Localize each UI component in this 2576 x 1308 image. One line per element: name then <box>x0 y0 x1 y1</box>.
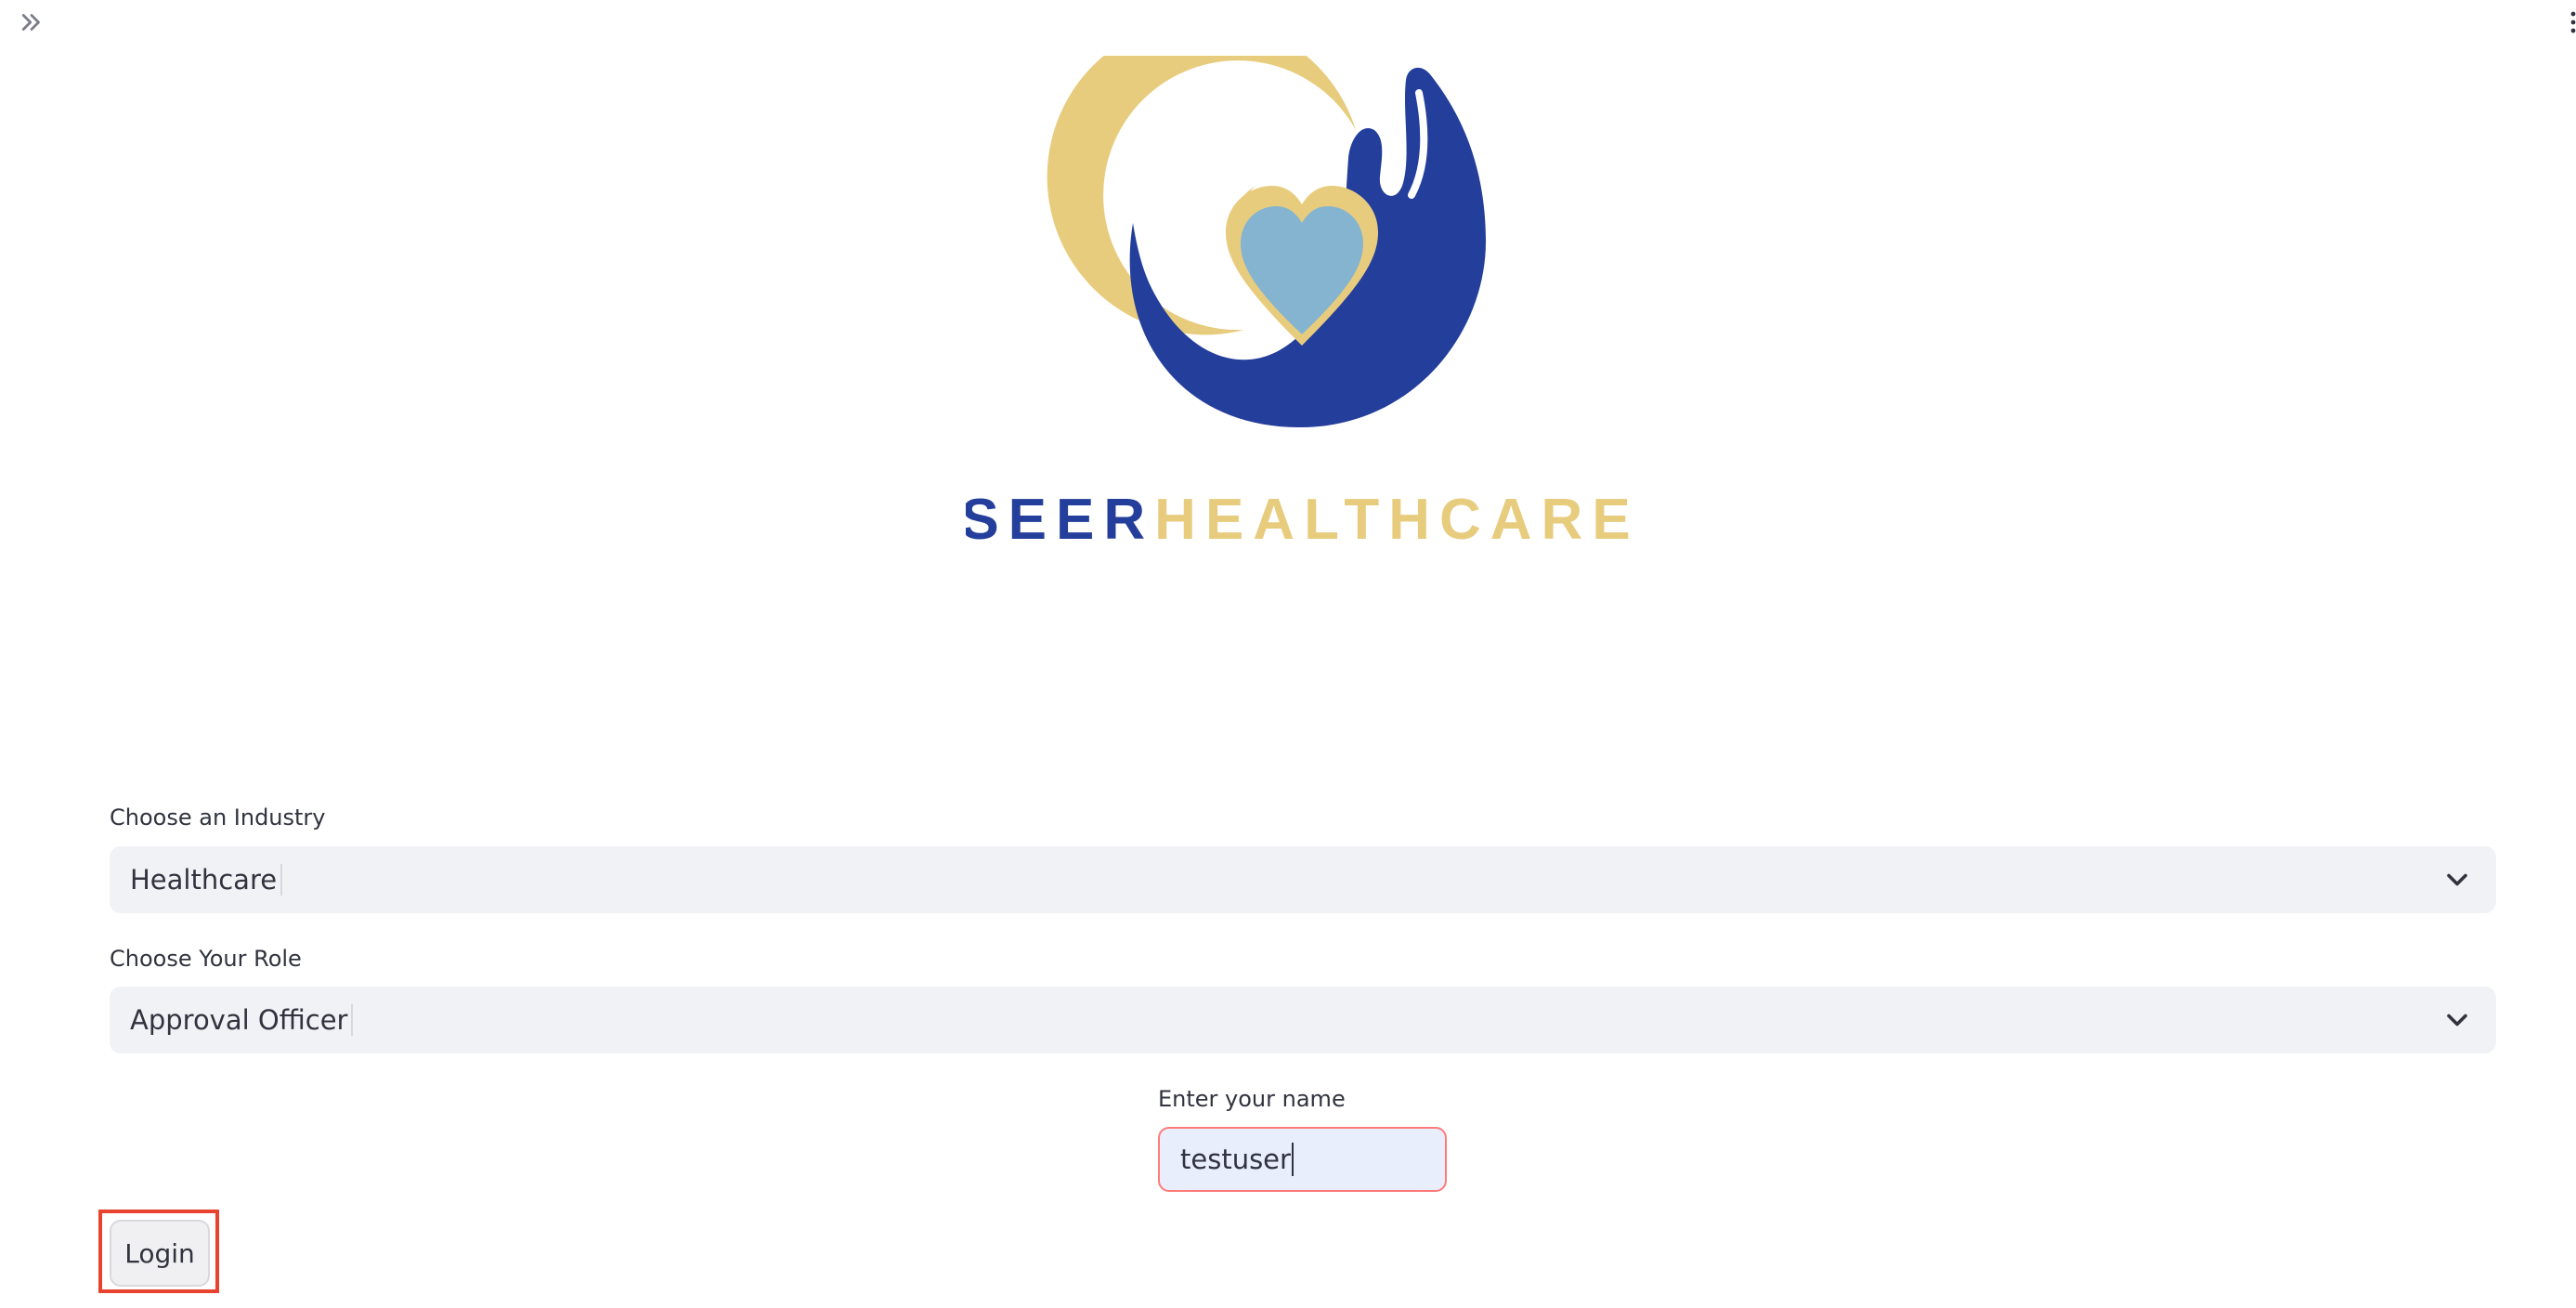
role-select-value: Approval Officer <box>130 1004 354 1036</box>
name-input[interactable]: testuser <box>1158 1127 1447 1192</box>
name-input-value: testuser <box>1180 1144 1291 1175</box>
brand-name-part2: HEALTHCARE <box>1154 488 1634 552</box>
seer-healthcare-logo: SEERHEALTHCARE <box>966 56 1634 552</box>
name-label: Enter your name <box>1158 1086 1346 1112</box>
sidebar-expand-button[interactable] <box>13 6 50 39</box>
role-label: Choose Your Role <box>110 946 302 972</box>
role-select[interactable]: Approval Officer <box>110 987 2496 1053</box>
chevron-down-icon <box>2447 873 2467 886</box>
login-button[interactable]: Login <box>110 1220 210 1287</box>
industry-label: Choose an Industry <box>110 804 326 831</box>
vertical-dots-icon <box>2570 11 2576 33</box>
industry-select-value: Healthcare <box>130 864 283 896</box>
chevrons-right-icon <box>21 14 40 31</box>
svg-text:SEERHEALTHCARE: SEERHEALTHCARE <box>966 488 1634 552</box>
brand-name-part1: SEER <box>966 488 1154 552</box>
industry-select[interactable]: Healthcare <box>110 846 2496 913</box>
main-menu-button[interactable] <box>2563 6 2576 39</box>
text-caret <box>1291 1143 1294 1176</box>
chevron-down-icon <box>2447 1014 2467 1027</box>
